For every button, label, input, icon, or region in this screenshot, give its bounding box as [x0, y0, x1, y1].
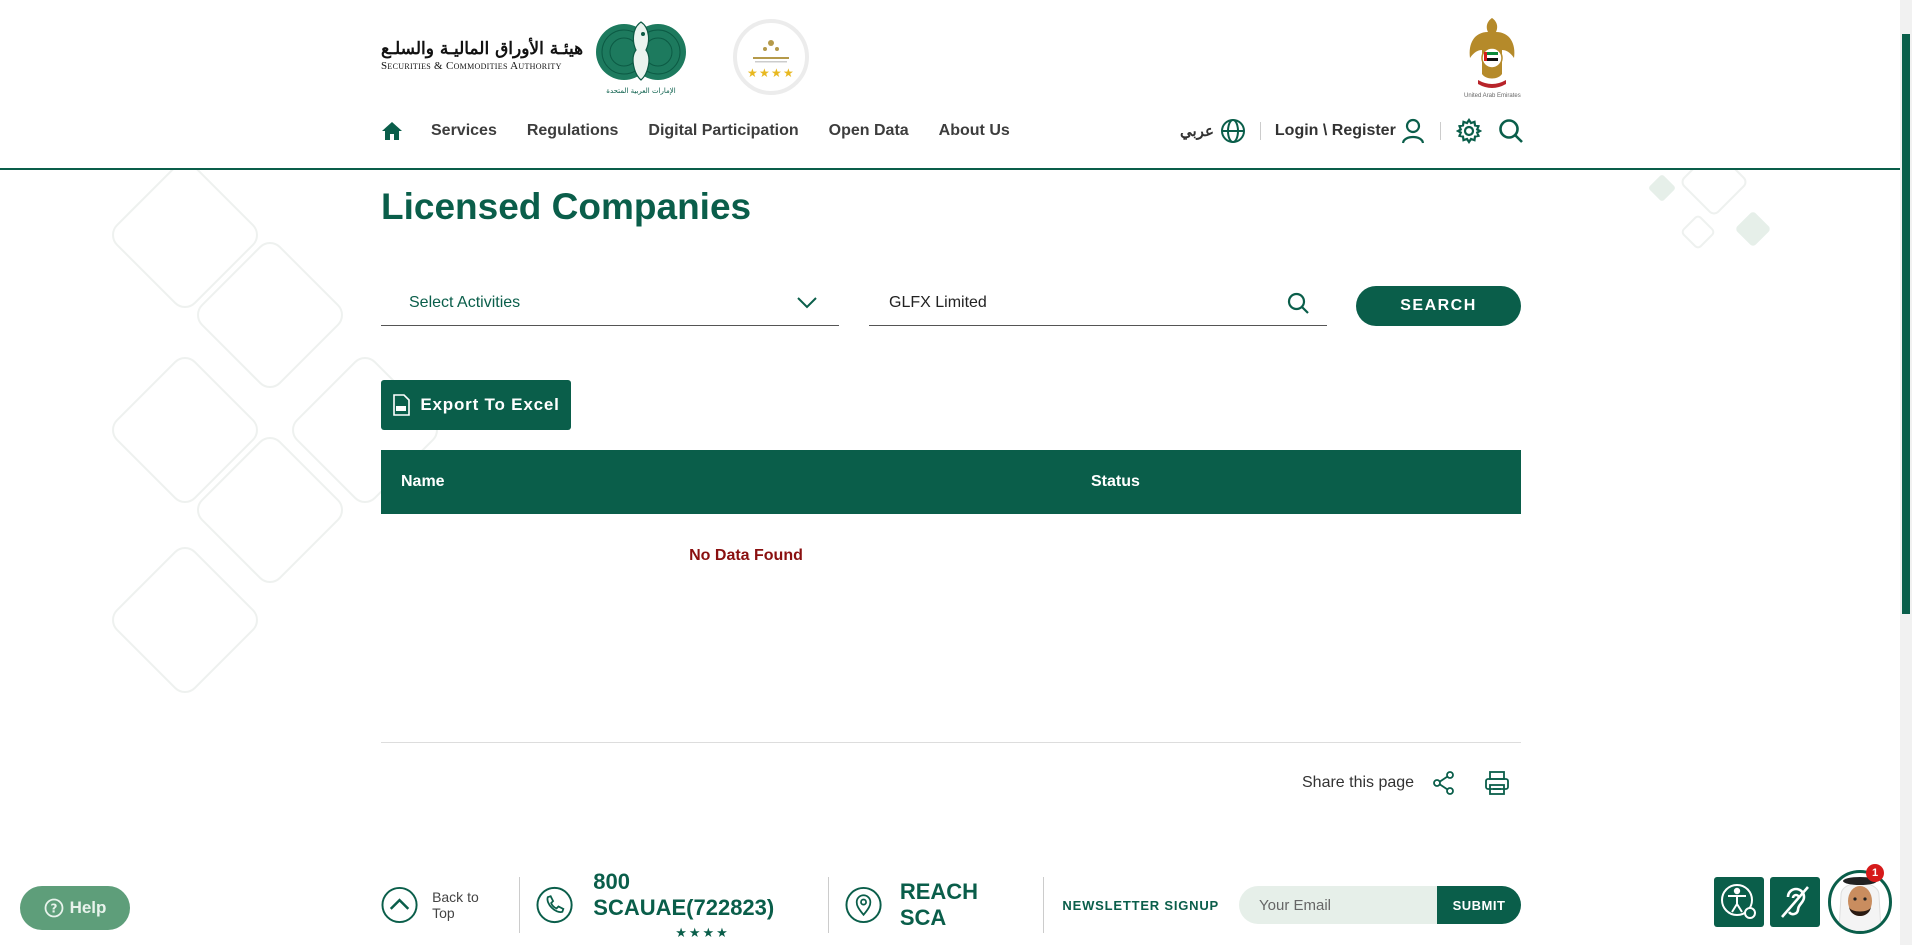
user-icon: [1401, 118, 1424, 144]
nav-regulations[interactable]: Regulations: [527, 122, 619, 140]
excel-icon: [393, 394, 411, 416]
activities-select-value: Select Activities: [409, 293, 521, 311]
nav-services[interactable]: Services: [431, 122, 497, 140]
search-icon: [1499, 119, 1523, 143]
phone-stars: ★★★★: [675, 925, 730, 940]
nav-open-data[interactable]: Open Data: [829, 122, 909, 140]
nav-about-us[interactable]: About Us: [939, 122, 1010, 140]
newsletter-label: NEWSLETTER SIGNUP: [1062, 897, 1220, 913]
sca-falcon-seal: الإمارات العربية المتحدة: [596, 21, 686, 95]
svg-text:?: ?: [50, 902, 57, 916]
search-icon[interactable]: [1287, 292, 1309, 314]
companies-table: Name Status No Data Found: [381, 450, 1521, 598]
phone-icon: [536, 886, 573, 924]
virtual-assistant-avatar[interactable]: [1828, 870, 1892, 934]
page-footer: Back to Top 800 SCAUAE(722823) ★★★★ REAC…: [381, 869, 1522, 940]
assistant-avatar-icon: [1838, 877, 1882, 931]
gear-icon: [1455, 118, 1482, 144]
logo-arabic-text: هيئـة الأوراق الماليـة والسلـع: [381, 38, 584, 59]
help-icon: ?: [44, 898, 63, 918]
activities-select[interactable]: Select Activities: [381, 280, 839, 326]
hearing-icon: [1781, 886, 1809, 918]
help-button[interactable]: ? Help: [20, 886, 130, 930]
svg-text:★: ★: [783, 66, 794, 80]
main-navigation: Services Regulations Digital Participati…: [381, 120, 1040, 142]
svg-text:★: ★: [759, 66, 770, 80]
emblem-caption: United Arab Emirates: [1464, 93, 1521, 99]
back-to-top-link[interactable]: Back to Top: [381, 877, 503, 933]
content-divider: [381, 742, 1521, 743]
share-label: Share this page: [1302, 774, 1415, 791]
scrollbar-thumb[interactable]: [1902, 34, 1910, 614]
accessibility-settings-button[interactable]: [1714, 877, 1764, 927]
back-to-top-label: Back to Top: [432, 889, 479, 921]
location-pin-icon: [845, 886, 882, 924]
login-register-link[interactable]: Login \ Register: [1275, 118, 1426, 144]
four-star-rating-badge: ★ ★ ★ ★: [733, 19, 809, 95]
phone-number: 800 SCAUAE(722823): [593, 869, 775, 920]
accessibility-icon: [1721, 884, 1756, 919]
table-header: Name Status: [381, 450, 1521, 514]
sca-logo[interactable]: هيئـة الأوراق الماليـة والسلـع Securitie…: [381, 14, 688, 96]
page: هيئـة الأوراق الماليـة والسلـع Securitie…: [0, 0, 1912, 945]
settings-button[interactable]: [1455, 117, 1483, 145]
notification-badge: 1: [1866, 864, 1884, 882]
newsletter-submit-button[interactable]: SUBMIT: [1437, 886, 1522, 924]
empty-state-message: No Data Found: [689, 547, 803, 564]
chevron-down-icon: [797, 296, 817, 308]
search-button[interactable]: SEARCH: [1356, 286, 1521, 326]
scrollbar-track[interactable]: [1900, 0, 1912, 945]
home-icon[interactable]: [381, 120, 403, 142]
uae-falcon-emblem-icon: [1469, 18, 1515, 88]
site-header: هيئـة الأوراق الماليـة والسلـع Securitie…: [0, 0, 1900, 170]
chevron-up-icon: [381, 886, 418, 924]
company-search-input[interactable]: [889, 293, 1269, 312]
reach-sca-label: REACH SCA: [899, 879, 979, 930]
phone-contact[interactable]: 800 SCAUAE(722823) ★★★★: [536, 869, 812, 940]
language-label: عربي: [1180, 123, 1214, 140]
column-header-status[interactable]: Status: [1091, 473, 1140, 491]
logo-english-text: Securities & Commodities Authority: [381, 59, 562, 72]
export-to-excel-button[interactable]: Export To Excel: [381, 380, 571, 430]
share-bar: Share this page: [1302, 770, 1510, 796]
nav-digital-participation[interactable]: Digital Participation: [648, 122, 798, 140]
help-label: Help: [69, 898, 107, 917]
reach-sca-link[interactable]: REACH SCA: [845, 877, 1028, 933]
header-search-button[interactable]: [1497, 117, 1525, 145]
login-label: Login \ Register: [1274, 122, 1396, 139]
column-header-name[interactable]: Name: [381, 473, 1091, 491]
uae-emblem: United Arab Emirates: [1464, 14, 1521, 99]
share-icon[interactable]: [1432, 771, 1456, 795]
language-switch[interactable]: عربي: [1180, 118, 1246, 144]
newsletter-form: SUBMIT: [1239, 886, 1522, 924]
header-utilities: عربي Login \ Register: [1180, 116, 1525, 146]
svg-text:★: ★: [771, 66, 782, 80]
company-search-field: [869, 280, 1327, 326]
print-icon[interactable]: [1484, 770, 1510, 796]
globe-icon: [1220, 119, 1245, 143]
svg-text:★: ★: [747, 66, 758, 80]
export-label: Export To Excel: [420, 395, 560, 414]
hearing-assistance-button[interactable]: [1770, 877, 1820, 927]
seal-caption: الإمارات العربية المتحدة: [606, 87, 675, 95]
page-title: Licensed Companies: [381, 186, 752, 227]
newsletter-email-input[interactable]: [1239, 886, 1438, 924]
